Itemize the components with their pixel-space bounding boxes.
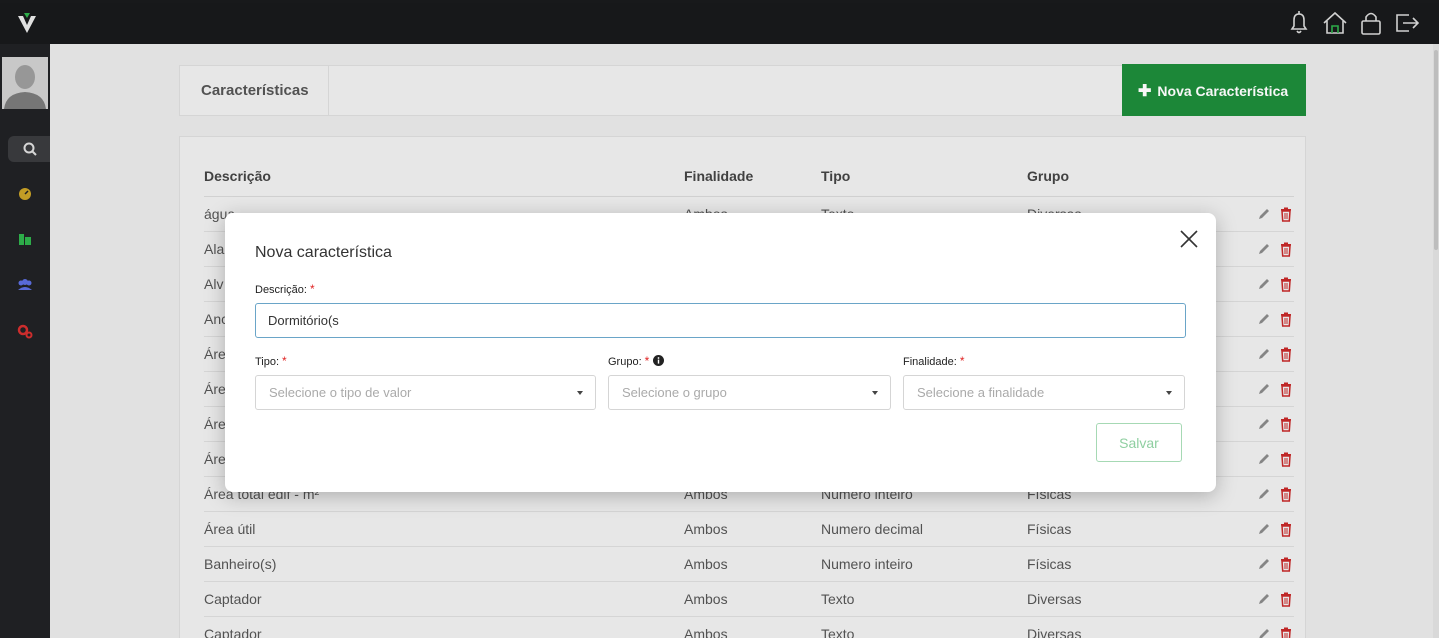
modal-title: Nova característica bbox=[255, 244, 392, 261]
chevron-down-icon bbox=[872, 391, 878, 395]
tipo-select[interactable]: Selecione o tipo de valor bbox=[255, 375, 596, 410]
tipo-placeholder: Selecione o tipo de valor bbox=[269, 385, 412, 400]
save-button[interactable]: Salvar bbox=[1096, 423, 1182, 462]
chevron-down-icon bbox=[1166, 391, 1172, 395]
grupo-label: Grupo: * bbox=[608, 354, 665, 368]
grupo-select[interactable]: Selecione o grupo bbox=[608, 375, 891, 410]
tipo-label: Tipo: * bbox=[255, 354, 287, 368]
descricao-label: Descrição: * bbox=[255, 282, 315, 296]
descricao-input[interactable] bbox=[255, 303, 1186, 338]
finalidade-placeholder: Selecione a finalidade bbox=[917, 385, 1045, 400]
info-icon[interactable] bbox=[653, 355, 665, 366]
required-mark: * bbox=[644, 354, 650, 368]
chevron-down-icon bbox=[577, 391, 583, 395]
finalidade-label: Finalidade: * bbox=[903, 354, 965, 368]
grupo-placeholder: Selecione o grupo bbox=[622, 385, 727, 400]
finalidade-select[interactable]: Selecione a finalidade bbox=[903, 375, 1185, 410]
new-characteristic-modal: Nova característica Descrição:* Tipo:* S… bbox=[225, 213, 1216, 492]
required-mark: * bbox=[309, 282, 315, 296]
close-icon[interactable] bbox=[1177, 227, 1201, 251]
required-mark: * bbox=[959, 354, 965, 368]
required-mark: * bbox=[282, 354, 287, 368]
